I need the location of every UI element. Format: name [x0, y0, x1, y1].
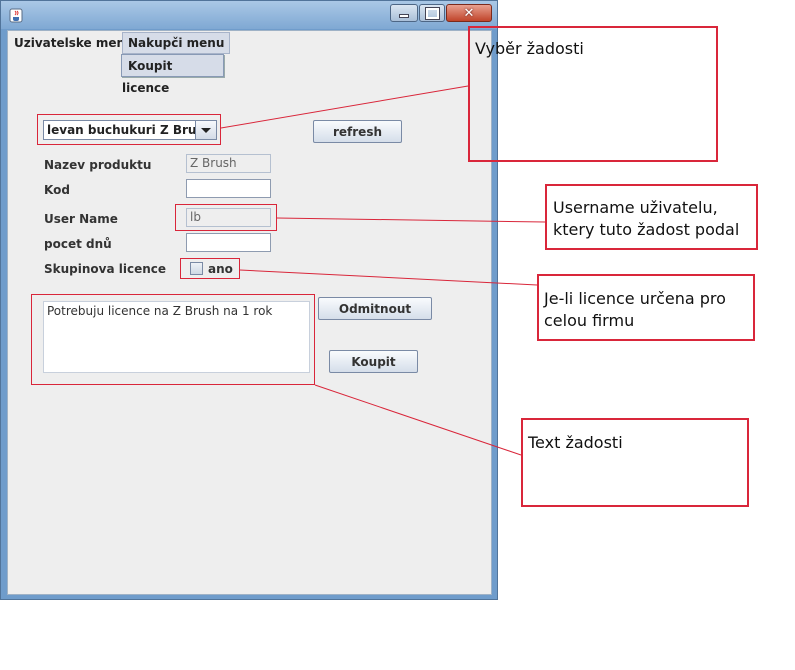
callout-username: Username uživatelu, ktery tuto žadost po…	[545, 184, 758, 250]
callout-text-text: Text žadosti	[528, 433, 623, 452]
callout-vyber: Vyběr žadosti	[468, 26, 718, 162]
callout-vyber-text: Vyběr žadosti	[475, 39, 584, 58]
callout-username-text: Username uživatelu, ktery tuto žadost po…	[553, 198, 740, 239]
callout-licence: Je-li licence určena pro celou firmu	[537, 274, 755, 341]
callout-text: Text žadosti	[521, 418, 749, 507]
callout-licence-text: Je-li licence určena pro celou firmu	[544, 289, 726, 330]
